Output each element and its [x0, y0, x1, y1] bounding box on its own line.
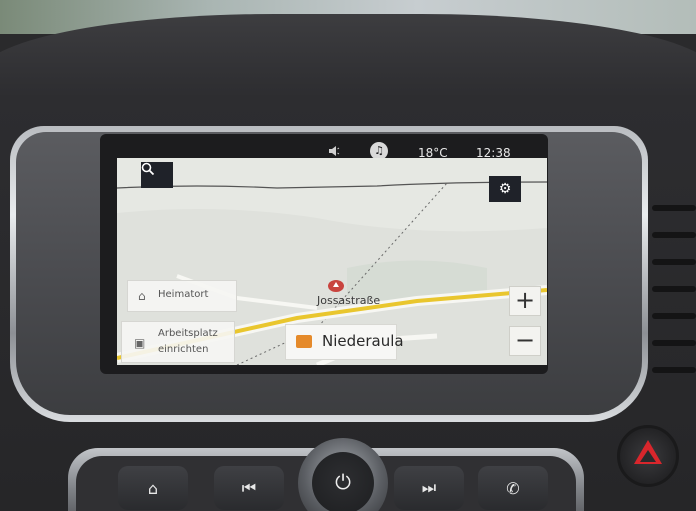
place-sign-icon: [296, 335, 312, 348]
power-icon: ⏻: [312, 452, 374, 511]
zoom-in-button[interactable]: +: [509, 286, 541, 316]
home-icon: ⌂: [147, 478, 159, 498]
skip-previous-icon: ⏮: [241, 478, 257, 497]
position-arrow-icon: [328, 280, 344, 292]
home-icon: ⌂: [138, 289, 146, 303]
search-button[interactable]: [141, 162, 173, 188]
air-vent-slat: [652, 205, 696, 211]
work-shortcut-label: Arbeitsplatz einrichten: [158, 326, 218, 358]
settings-button[interactable]: ⚙: [489, 176, 521, 202]
next-track-button[interactable]: ⏭: [394, 466, 464, 510]
work-shortcut-button[interactable]: ▣ Arbeitsplatz einrichten: [121, 321, 235, 363]
street-name-label: Jossastraße: [317, 294, 381, 307]
air-vent-slat: [652, 313, 696, 319]
skip-next-icon: ⏭: [421, 478, 437, 497]
zoom-out-button[interactable]: −: [509, 326, 541, 356]
navigation-map[interactable]: ⚙ ⌂ Heimatort ▣ Arbeitsplatz einrichten …: [117, 158, 547, 365]
car-dashboard-photo: ♫ 18°C 12:38 ⚙ ⌂ Heimatort ▣ Arbeitsplat…: [0, 0, 696, 511]
hazard-button[interactable]: [617, 425, 679, 487]
phone-icon: ✆: [506, 478, 520, 498]
air-vent-slat: [652, 367, 696, 373]
previous-track-button[interactable]: ⏮: [214, 466, 284, 510]
phone-button[interactable]: ✆: [478, 466, 548, 510]
home-hardware-button[interactable]: ⌂: [118, 466, 188, 510]
air-vent-slat: [652, 259, 696, 265]
work-shortcut-label-line2: einrichten: [158, 344, 209, 355]
gear-icon: ⚙: [498, 181, 512, 197]
home-shortcut-button[interactable]: ⌂ Heimatort: [127, 280, 237, 312]
current-place-label: Niederaula: [285, 324, 404, 360]
search-icon: [141, 162, 155, 176]
place-name: Niederaula: [322, 332, 404, 350]
air-vent-slat: [652, 232, 696, 238]
briefcase-icon: ▣: [134, 336, 146, 350]
hazard-icon-inner: [640, 450, 656, 462]
work-shortcut-label-line1: Arbeitsplatz: [158, 328, 218, 339]
air-vent-slat: [652, 340, 696, 346]
air-vent-slat: [652, 286, 696, 292]
home-shortcut-label: Heimatort: [158, 289, 209, 300]
